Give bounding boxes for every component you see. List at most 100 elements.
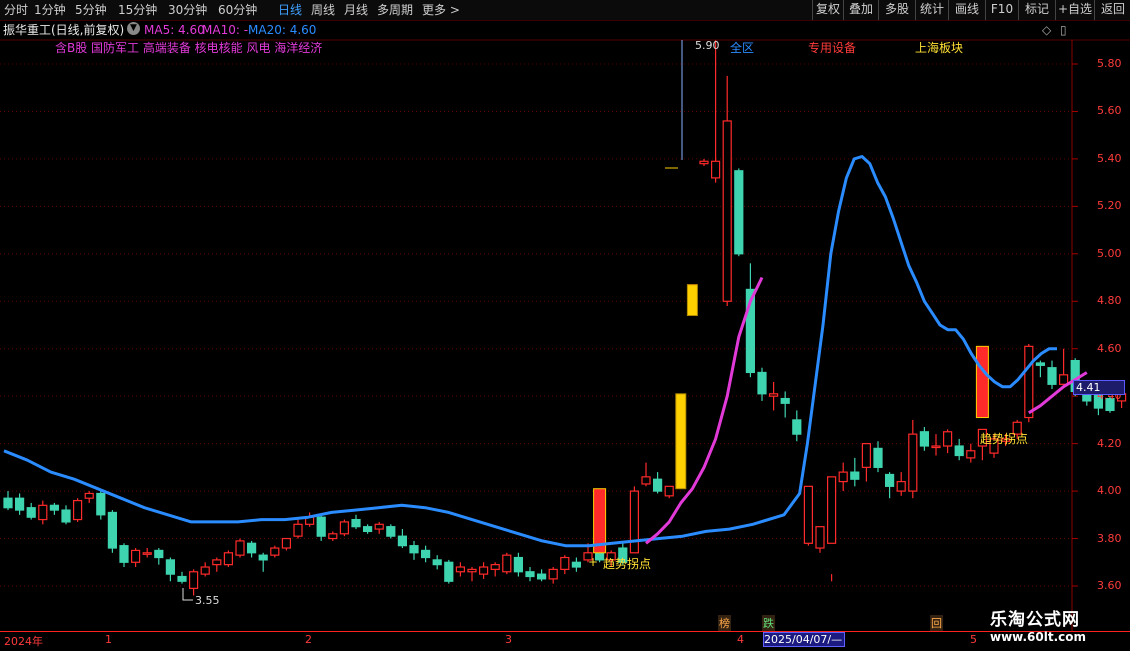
candle-body: [38, 504, 48, 521]
month-label-4: 4: [737, 633, 744, 646]
month-label-5: 5: [970, 633, 977, 646]
drop-marker[interactable]: 跌: [762, 615, 775, 631]
candle-body: [281, 537, 291, 549]
candle-body: [200, 566, 210, 575]
candle-body: [560, 556, 570, 570]
candle-body: [467, 568, 477, 573]
candle-body: [247, 542, 257, 554]
candle-body: [803, 485, 814, 544]
candle-body: [339, 521, 349, 535]
price-tick-label: 3.80: [1097, 531, 1122, 545]
candle-body: [270, 547, 280, 556]
candle-body: [235, 540, 245, 556]
candle-body: [293, 523, 303, 537]
watermark-url: www.60lt.com: [990, 630, 1087, 644]
candle-body: [165, 559, 175, 575]
candle-body: [792, 419, 802, 435]
candle-body: [409, 545, 419, 554]
candle-body: [363, 526, 373, 533]
candle-body: [641, 476, 651, 485]
candle-body: [629, 490, 640, 554]
candle-body: [3, 497, 13, 509]
candle-body: [815, 526, 825, 549]
price-tick-label: 5.60: [1097, 104, 1122, 118]
candle-body: [154, 549, 164, 559]
candle-body: [710, 160, 721, 179]
candle-body: [548, 568, 558, 580]
trend-turn-label-1: 趋势拐点: [603, 557, 652, 571]
candle-body: [931, 445, 941, 449]
candle-body: [328, 533, 338, 540]
watermark: 乐淘公式网 www.60lt.com: [990, 605, 1125, 649]
signal-bar: [686, 284, 698, 317]
signal-bar: [675, 393, 687, 490]
list-marker[interactable]: 榜: [718, 615, 731, 631]
candle-body: [884, 473, 895, 487]
candle-body: [571, 561, 582, 568]
candle-body: [72, 499, 83, 521]
candle-body: [490, 564, 500, 570]
candle-body: [479, 566, 489, 575]
high-price-label: 5.90: [695, 39, 720, 52]
ma5-line: [645, 276, 764, 545]
low-marker-line: [182, 588, 193, 601]
cross-marker-icon: +: [588, 555, 599, 569]
candle-body: [699, 160, 709, 165]
candle-body: [919, 431, 930, 447]
price-tick-label: 5.80: [1097, 57, 1122, 70]
price-tick-label: 4.00: [1097, 484, 1122, 498]
candle-body: [177, 575, 187, 582]
candle-body: [421, 549, 431, 559]
candle-body: [850, 471, 860, 480]
candle-body: [536, 573, 547, 580]
candle-body: [826, 476, 837, 544]
candle-body: [61, 509, 71, 523]
candle-body: [15, 497, 25, 511]
candle-body: [861, 443, 872, 468]
candle-body: [432, 559, 442, 566]
candle-body: [780, 397, 790, 404]
price-tick-label: 5.20: [1097, 199, 1122, 213]
price-tick-label: 3.60: [1097, 579, 1122, 592]
candle-body: [455, 566, 465, 573]
trend-turn-label-2: 趋势拐点: [980, 432, 1029, 446]
candle-body: [734, 170, 744, 255]
candle-body: [397, 535, 407, 547]
return-marker[interactable]: 回: [930, 615, 943, 631]
price-tick-label: 4.60: [1097, 341, 1122, 355]
candle-body: [119, 545, 129, 563]
price-tick-label: 5.40: [1097, 151, 1122, 165]
candle-body: [908, 433, 918, 492]
candle-body: [96, 492, 106, 516]
date-axis: 2024年 1 2 3 4 5 2025/04/07/—: [0, 631, 1130, 651]
candle-body: [525, 571, 535, 578]
candle-body: [1047, 367, 1057, 385]
candle-body: [502, 554, 512, 573]
candle-body: [942, 431, 953, 447]
candle-body: [444, 561, 454, 582]
kline-chart[interactable]: [0, 0, 1130, 631]
candle-body: [873, 447, 883, 468]
candle-body: [664, 485, 674, 497]
candle-body: [966, 450, 976, 459]
candle-body: [954, 445, 964, 457]
candle-body: [652, 478, 663, 492]
candle-body: [768, 393, 779, 397]
candle-body: [351, 518, 361, 528]
price-tick-label: 4.80: [1097, 294, 1122, 308]
watermark-title: 乐淘公式网: [990, 610, 1080, 630]
current-price-box: 4.41: [1073, 380, 1125, 395]
candle-body: [1024, 345, 1034, 419]
candle-body: [49, 504, 60, 511]
candle-body: [107, 511, 118, 549]
candle-body: [26, 507, 36, 518]
candle-body: [258, 554, 268, 561]
candle-body: [896, 481, 906, 492]
candle-body: [131, 549, 141, 563]
candle-body: [513, 556, 524, 573]
candle-body: [212, 559, 222, 566]
signal-candle: [975, 345, 989, 419]
candle-body: [142, 552, 152, 555]
candle-body: [722, 120, 732, 302]
price-tick-label: 5.00: [1097, 246, 1122, 260]
